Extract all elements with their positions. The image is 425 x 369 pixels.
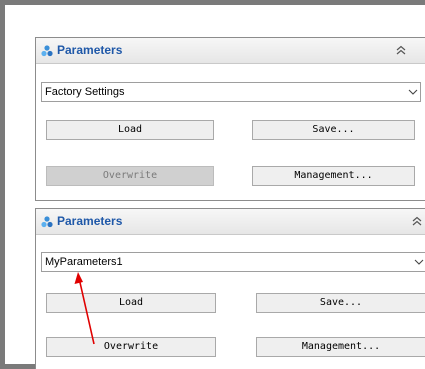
chevron-down-icon <box>414 259 424 265</box>
preset-dropdown[interactable]: Factory Settings <box>41 82 421 102</box>
parameters-panel-top: Parameters Factory Settings Load Save...… <box>35 37 425 201</box>
panel-header[interactable]: Parameters <box>36 209 425 235</box>
collapse-chevrons-icon[interactable] <box>395 44 407 56</box>
preset-dropdown[interactable]: MyParameters1 <box>41 252 425 272</box>
collapse-chevrons-icon[interactable] <box>411 215 423 227</box>
panel-title: Parameters <box>57 43 123 57</box>
overwrite-button[interactable]: Overwrite <box>46 166 214 186</box>
save-button[interactable]: Save... <box>252 120 415 140</box>
parameters-panel-bottom: Parameters MyParameters1 Load Save... Ov… <box>35 208 425 369</box>
chevron-down-icon <box>408 89 418 95</box>
save-button[interactable]: Save... <box>256 293 425 313</box>
screen: Parameters Factory Settings Load Save...… <box>5 5 425 369</box>
parameters-icon <box>41 45 53 57</box>
overwrite-button[interactable]: Overwrite <box>46 337 216 357</box>
load-button[interactable]: Load <box>46 293 216 313</box>
parameters-icon <box>41 216 53 228</box>
preset-value: MyParameters1 <box>45 256 123 268</box>
load-button[interactable]: Load <box>46 120 214 140</box>
panel-title: Parameters <box>57 214 123 228</box>
management-button[interactable]: Management... <box>256 337 425 357</box>
preset-value: Factory Settings <box>45 86 125 98</box>
panel-header[interactable]: Parameters <box>36 38 425 64</box>
management-button[interactable]: Management... <box>252 166 415 186</box>
